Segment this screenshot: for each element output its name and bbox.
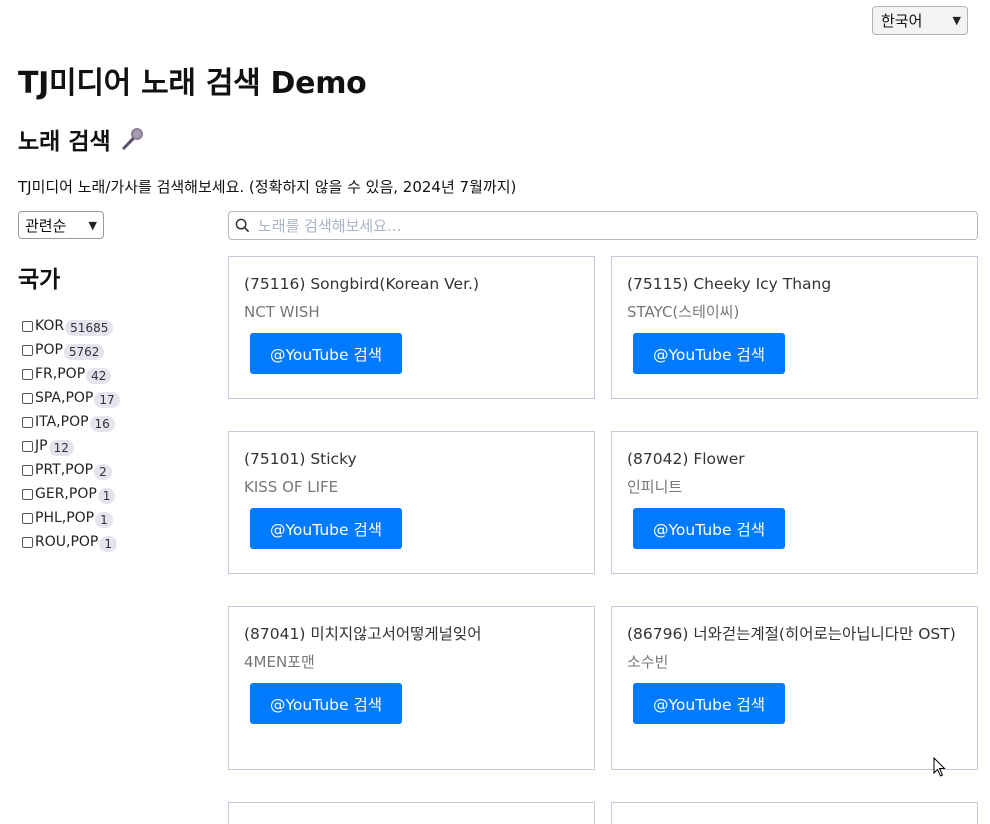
song-artist: STAYC(스테이씨): [627, 303, 740, 321]
filter-item[interactable]: JP 12: [22, 434, 120, 458]
microphone-icon: [121, 128, 143, 150]
filter-item[interactable]: SPA,POP 17: [22, 386, 120, 410]
song-title: (87041) 미치지않고서어떻게널잊어: [244, 625, 482, 643]
checkbox[interactable]: [22, 392, 33, 404]
youtube-search-button[interactable]: @YouTube 검색: [633, 333, 785, 374]
page-title: TJ미디어 노래 검색 Demo: [18, 66, 367, 101]
checkbox[interactable]: [22, 488, 33, 500]
song-card: (75116) Songbird(Korean Ver.) NCT WISH @…: [228, 256, 595, 399]
youtube-search-button[interactable]: @YouTube 검색: [250, 333, 402, 374]
section-title-text: 노래 검색: [18, 129, 111, 155]
filter-item[interactable]: POP 5762: [22, 338, 120, 362]
song-card: (86796) 너와걷는계절(히어로는아닙니다만 OST) 소수빈 @YouTu…: [611, 606, 978, 770]
search-icon: [235, 218, 250, 233]
count-badge: 42: [86, 367, 112, 384]
sort-select-value: 관련순: [25, 216, 67, 235]
filter-label: KOR: [35, 318, 65, 334]
filter-item[interactable]: PRT,POP 2: [22, 458, 120, 482]
count-badge: 1: [97, 487, 116, 504]
song-card: [611, 802, 978, 824]
youtube-search-button[interactable]: @YouTube 검색: [633, 683, 785, 724]
youtube-search-button[interactable]: @YouTube 검색: [633, 508, 785, 549]
count-badge: 17: [94, 391, 120, 408]
checkbox[interactable]: [22, 464, 33, 476]
count-badge: 12: [48, 439, 74, 456]
page-description: TJ미디어 노래/가사를 검색해보세요. (정확하지 않을 수 있음, 2024…: [18, 178, 517, 196]
youtube-search-button[interactable]: @YouTube 검색: [250, 683, 402, 724]
country-filter-list: KOR 51685 POP 5762 FR,POP 42 SPA,POP 17 …: [22, 314, 120, 554]
song-artist: 인피니트: [627, 478, 683, 496]
checkbox[interactable]: [22, 416, 33, 428]
filter-label: PRT,POP: [35, 462, 94, 478]
count-badge: 1: [99, 535, 117, 552]
checkbox[interactable]: [22, 536, 33, 548]
song-title: (75101) Sticky: [244, 450, 357, 468]
filter-label: GER,POP: [35, 486, 97, 502]
checkbox[interactable]: [22, 512, 33, 524]
count-badge: 51685: [65, 319, 114, 336]
chevron-down-icon: ▼: [952, 14, 961, 27]
search-input[interactable]: [256, 215, 977, 236]
count-badge: 16: [89, 415, 115, 432]
checkbox[interactable]: [22, 320, 33, 332]
song-card: [228, 802, 595, 824]
language-select[interactable]: 한국어 ▼: [872, 6, 968, 35]
song-card: (87042) Flower 인피니트 @YouTube 검색: [611, 431, 978, 574]
checkbox[interactable]: [22, 440, 33, 452]
filter-label: PHL,POP: [35, 510, 95, 526]
song-title: (86796) 너와걷는계절(히어로는아닙니다만 OST): [627, 625, 956, 643]
song-artist: KISS OF LIFE: [244, 478, 339, 496]
song-card: (75101) Sticky KISS OF LIFE @YouTube 검색: [228, 431, 595, 574]
filter-label: ITA,POP: [35, 414, 89, 430]
filter-item[interactable]: ROU,POP 1: [22, 530, 120, 554]
filter-label: POP: [35, 342, 63, 358]
filter-item[interactable]: PHL,POP 1: [22, 506, 120, 530]
chevron-down-icon: ▼: [88, 218, 97, 232]
count-badge: 1: [95, 511, 113, 528]
checkbox[interactable]: [22, 368, 33, 380]
filter-title: 국가: [18, 267, 61, 293]
song-card: (75115) Cheeky Icy Thang STAYC(스테이씨) @Yo…: [611, 256, 978, 399]
filter-label: JP: [35, 438, 48, 454]
language-select-value: 한국어: [881, 12, 923, 30]
filter-label: SPA,POP: [35, 390, 94, 406]
song-artist: 소수빈: [627, 653, 669, 671]
song-artist: 4MEN포맨: [244, 653, 315, 671]
filter-label: FR,POP: [35, 366, 86, 382]
song-card: (87041) 미치지않고서어떻게널잊어 4MEN포맨 @YouTube 검색: [228, 606, 595, 770]
section-title: 노래 검색: [18, 122, 145, 156]
youtube-search-button[interactable]: @YouTube 검색: [250, 508, 402, 549]
count-badge: 5762: [63, 343, 105, 360]
mouse-cursor-icon: [933, 757, 946, 777]
song-artist: NCT WISH: [244, 303, 320, 321]
checkbox[interactable]: [22, 344, 33, 356]
filter-item[interactable]: KOR 51685: [22, 314, 120, 338]
count-badge: 2: [94, 463, 112, 480]
song-title: (87042) Flower: [627, 450, 745, 468]
song-title: (75115) Cheeky Icy Thang: [627, 275, 832, 293]
song-title: (75116) Songbird(Korean Ver.): [244, 275, 479, 293]
filter-label: ROU,POP: [35, 534, 99, 550]
search-box[interactable]: [228, 211, 978, 240]
sort-select[interactable]: 관련순 ▼: [18, 211, 104, 239]
filter-item[interactable]: GER,POP 1: [22, 482, 120, 506]
filter-item[interactable]: FR,POP 42: [22, 362, 120, 386]
filter-item[interactable]: ITA,POP 16: [22, 410, 120, 434]
page: 한국어 ▼ TJ미디어 노래 검색 Demo 노래 검색 TJ미디어 노래/가사…: [0, 0, 990, 824]
